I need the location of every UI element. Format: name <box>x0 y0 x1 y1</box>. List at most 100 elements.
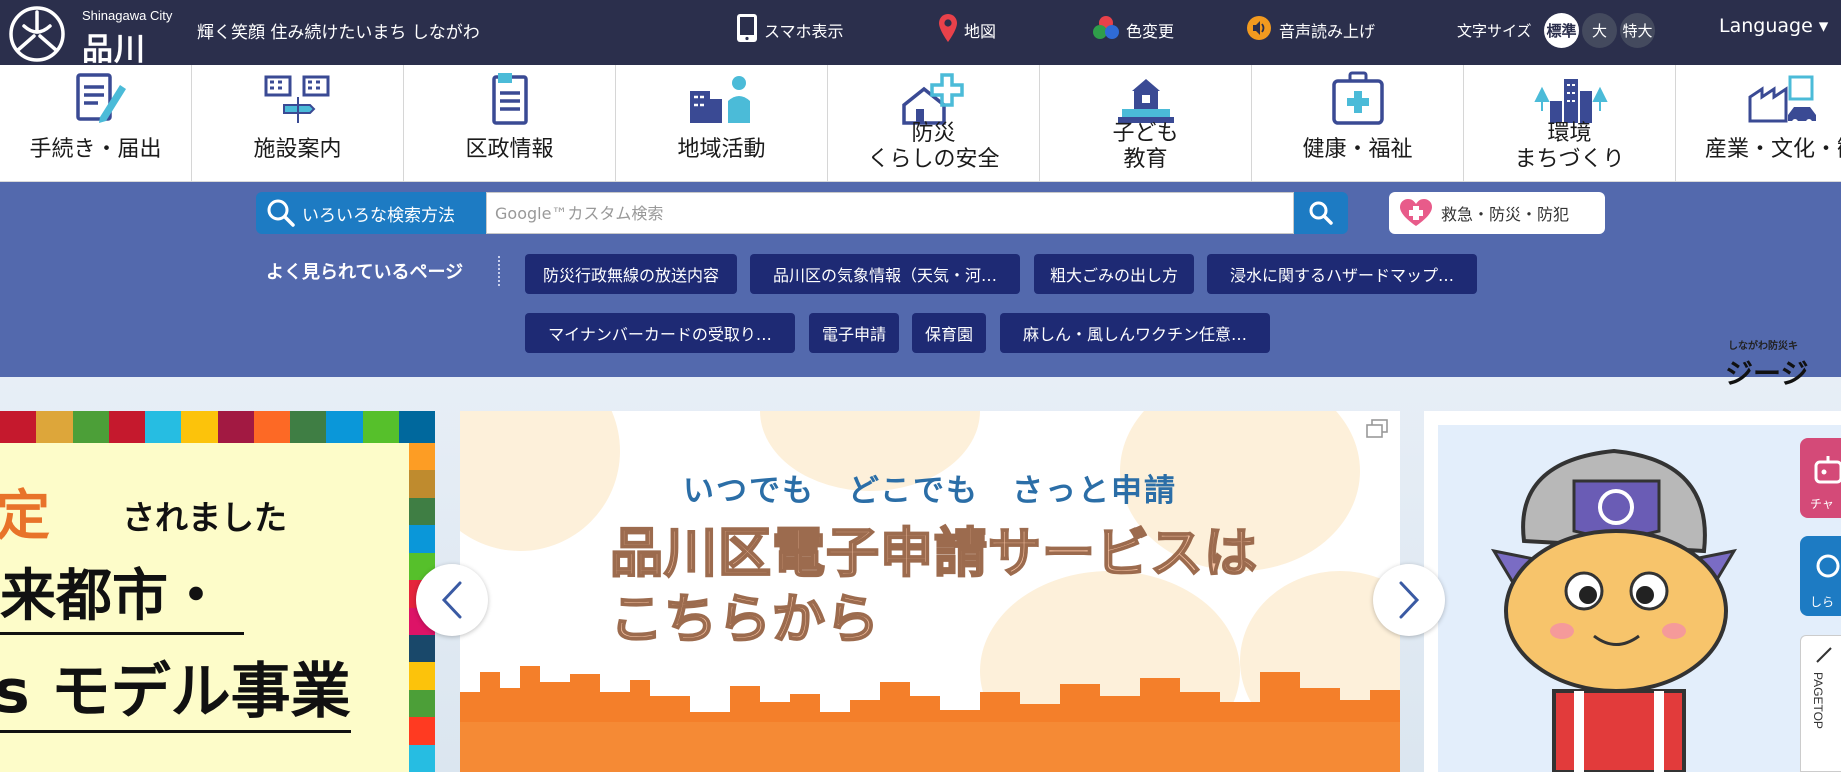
category-label: 地域活動 <box>677 137 766 162</box>
page-top-button[interactable]: PAGETOP <box>1800 635 1841 772</box>
search-submit-button[interactable] <box>1294 192 1348 234</box>
chatbot-tab-label: チャ <box>1810 497 1834 511</box>
mascot-caption: しながわ防災キ <box>1728 341 1798 352</box>
category-health[interactable]: 健康・福祉 <box>1252 65 1464 182</box>
form-pen-icon <box>75 73 126 123</box>
search-tab[interactable]: しら <box>1800 536 1841 616</box>
slide-panel: 定 されました 来都市・ s モデル事業 <box>0 443 409 772</box>
slide-text: 定 <box>0 484 50 547</box>
search-input[interactable] <box>486 192 1294 234</box>
medical-kit-icon <box>1331 71 1384 125</box>
category-label: 施設案内 <box>253 137 342 162</box>
arrow-up-icon <box>1816 647 1832 663</box>
hero-carousel: 定 されました 来都市・ s モデル事業 いつでも どこでも さっと申請 品川区… <box>0 377 1841 772</box>
speaker-icon <box>1245 15 1273 45</box>
popular-link[interactable]: 麻しん・風しんワクチン任意… <box>1000 313 1270 353</box>
robot-icon <box>1814 456 1841 484</box>
color-circles-icon <box>1092 15 1120 45</box>
divider <box>498 256 500 286</box>
top-bar: Shinagawa City 品川区 輝く笑顔 住み続けたいまち しながわ スマ… <box>0 0 1841 113</box>
page-top-label: PAGETOP <box>1811 672 1825 729</box>
category-environment[interactable]: 環境 まちづくり <box>1464 65 1676 182</box>
smartphone-view-link[interactable]: スマホ表示 <box>736 14 844 46</box>
category-nav: 手続き・届出 施設案内 区政情報 地域活動 防災 くらしの安全 子ども 教育 健… <box>0 65 1841 182</box>
popular-link[interactable]: 粗大ごみの出し方 <box>1034 254 1194 294</box>
slide-text: されました <box>122 498 287 537</box>
map-link[interactable]: 地図 <box>938 14 996 46</box>
heart-cross-icon <box>1400 199 1432 226</box>
slide-text: s モデル事業 <box>0 643 351 733</box>
color-change-label: 色変更 <box>1126 22 1175 41</box>
sdgs-color-stripes <box>0 411 435 443</box>
site-logo[interactable]: Shinagawa City 品川区 <box>4 4 174 113</box>
category-facilities[interactable]: 施設案内 <box>192 65 404 182</box>
carousel-slide-current[interactable]: いつでも どこでも さっと申請 品川区電子申請サービスは こちらから <box>460 411 1400 772</box>
facility-signpost-icon <box>264 75 329 123</box>
city-trees-icon <box>1533 79 1608 123</box>
category-procedures[interactable]: 手続き・届出 <box>0 65 192 182</box>
community-person-icon <box>689 76 750 123</box>
category-label: 子ども 教育 <box>1112 121 1179 172</box>
popular-link[interactable]: 防災行政無線の放送内容 <box>525 254 737 294</box>
search-methods-button[interactable]: いろいろな検索方法 <box>256 192 486 234</box>
shinagawa-emblem-icon <box>9 6 65 62</box>
slide-title-line: 品川区電子申請サービスは <box>609 522 1258 585</box>
chevron-right-icon <box>1399 581 1420 619</box>
chatbot-tab[interactable]: チャ <box>1800 438 1841 518</box>
category-label: 産業・文化・観 <box>1704 137 1841 162</box>
school-building-icon <box>1117 79 1174 123</box>
search-icon <box>1816 554 1840 578</box>
logo-english: Shinagawa City <box>82 8 173 23</box>
expand-window-icon[interactable] <box>1366 419 1388 439</box>
popular-link[interactable]: マイナンバーカードの受取り… <box>525 313 795 353</box>
category-label: 防災 くらしの安全 <box>867 121 1000 172</box>
read-aloud-label: 音声読み上げ <box>1279 22 1376 41</box>
map-label: 地図 <box>964 22 997 41</box>
magnifier-icon <box>267 199 295 227</box>
category-industry-culture[interactable]: 産業・文化・観 <box>1676 65 1841 182</box>
read-aloud-link[interactable]: 音声読み上げ <box>1245 14 1375 46</box>
category-label: 区政情報 <box>465 137 554 162</box>
color-change-link[interactable]: 色変更 <box>1092 14 1174 46</box>
mascot-name: ジージ <box>1725 357 1809 390</box>
search-methods-label: いろいろな検索方法 <box>302 205 455 226</box>
map-pin-icon <box>938 13 958 47</box>
slide-title-line: こちらから <box>609 588 880 651</box>
category-community[interactable]: 地域活動 <box>616 65 828 182</box>
popular-link[interactable]: 電子申請 <box>809 313 899 353</box>
city-skyline-illustration <box>460 666 1400 772</box>
category-label: 健康・福祉 <box>1302 137 1413 162</box>
carousel-prev-button[interactable] <box>416 564 488 636</box>
mascot-character-illustration <box>1490 448 1738 772</box>
smartphone-icon <box>736 13 758 47</box>
slide-subtitle: いつでも どこでも さっと申請 <box>682 473 1178 509</box>
category-administration[interactable]: 区政情報 <box>404 65 616 182</box>
search-icon <box>1309 201 1333 225</box>
category-children[interactable]: 子ども 教育 <box>1040 65 1252 182</box>
language-dropdown[interactable]: Language ▾ <box>1719 15 1828 37</box>
house-cross-icon <box>901 73 964 125</box>
factory-car-icon <box>1748 75 1816 125</box>
carousel-slide-previous[interactable]: 定 されました 来都市・ s モデル事業 <box>0 411 435 772</box>
popular-link[interactable]: 品川区の気象情報（天気・河… <box>750 254 1020 294</box>
category-safety[interactable]: 防災 くらしの安全 <box>828 65 1040 182</box>
slide-text: 来都市・ <box>0 551 244 635</box>
font-size-standard-button[interactable]: 標準 <box>1544 13 1579 48</box>
document-icon <box>491 73 528 125</box>
popular-link[interactable]: 保育園 <box>912 313 986 353</box>
carousel-next-button[interactable] <box>1373 564 1445 636</box>
popular-pages-label: よく見られているページ <box>266 262 464 283</box>
emergency-button[interactable]: 救急・防災・防犯 <box>1389 192 1605 234</box>
category-label: 環境 まちづくり <box>1514 121 1625 172</box>
smartphone-view-label: スマホ表示 <box>764 22 844 41</box>
slogan: 輝く笑顔 住み続けたいまち しながわ <box>197 23 480 43</box>
search-band: いろいろな検索方法 救急・防災・防犯 よく見られているページ 防災行政無線の放送… <box>0 182 1841 377</box>
emergency-label: 救急・防災・防犯 <box>1441 205 1570 224</box>
carousel-slide-next[interactable] <box>1424 411 1841 772</box>
font-size-xlarge-button[interactable]: 特大 <box>1620 13 1655 48</box>
category-label: 手続き・届出 <box>29 137 162 162</box>
font-size-large-button[interactable]: 大 <box>1582 13 1617 48</box>
popular-link[interactable]: 浸水に関するハザードマップ… <box>1207 254 1477 294</box>
slide-title: 品川区電子申請サービスは こちらから <box>609 521 1258 653</box>
chevron-left-icon <box>441 581 462 619</box>
